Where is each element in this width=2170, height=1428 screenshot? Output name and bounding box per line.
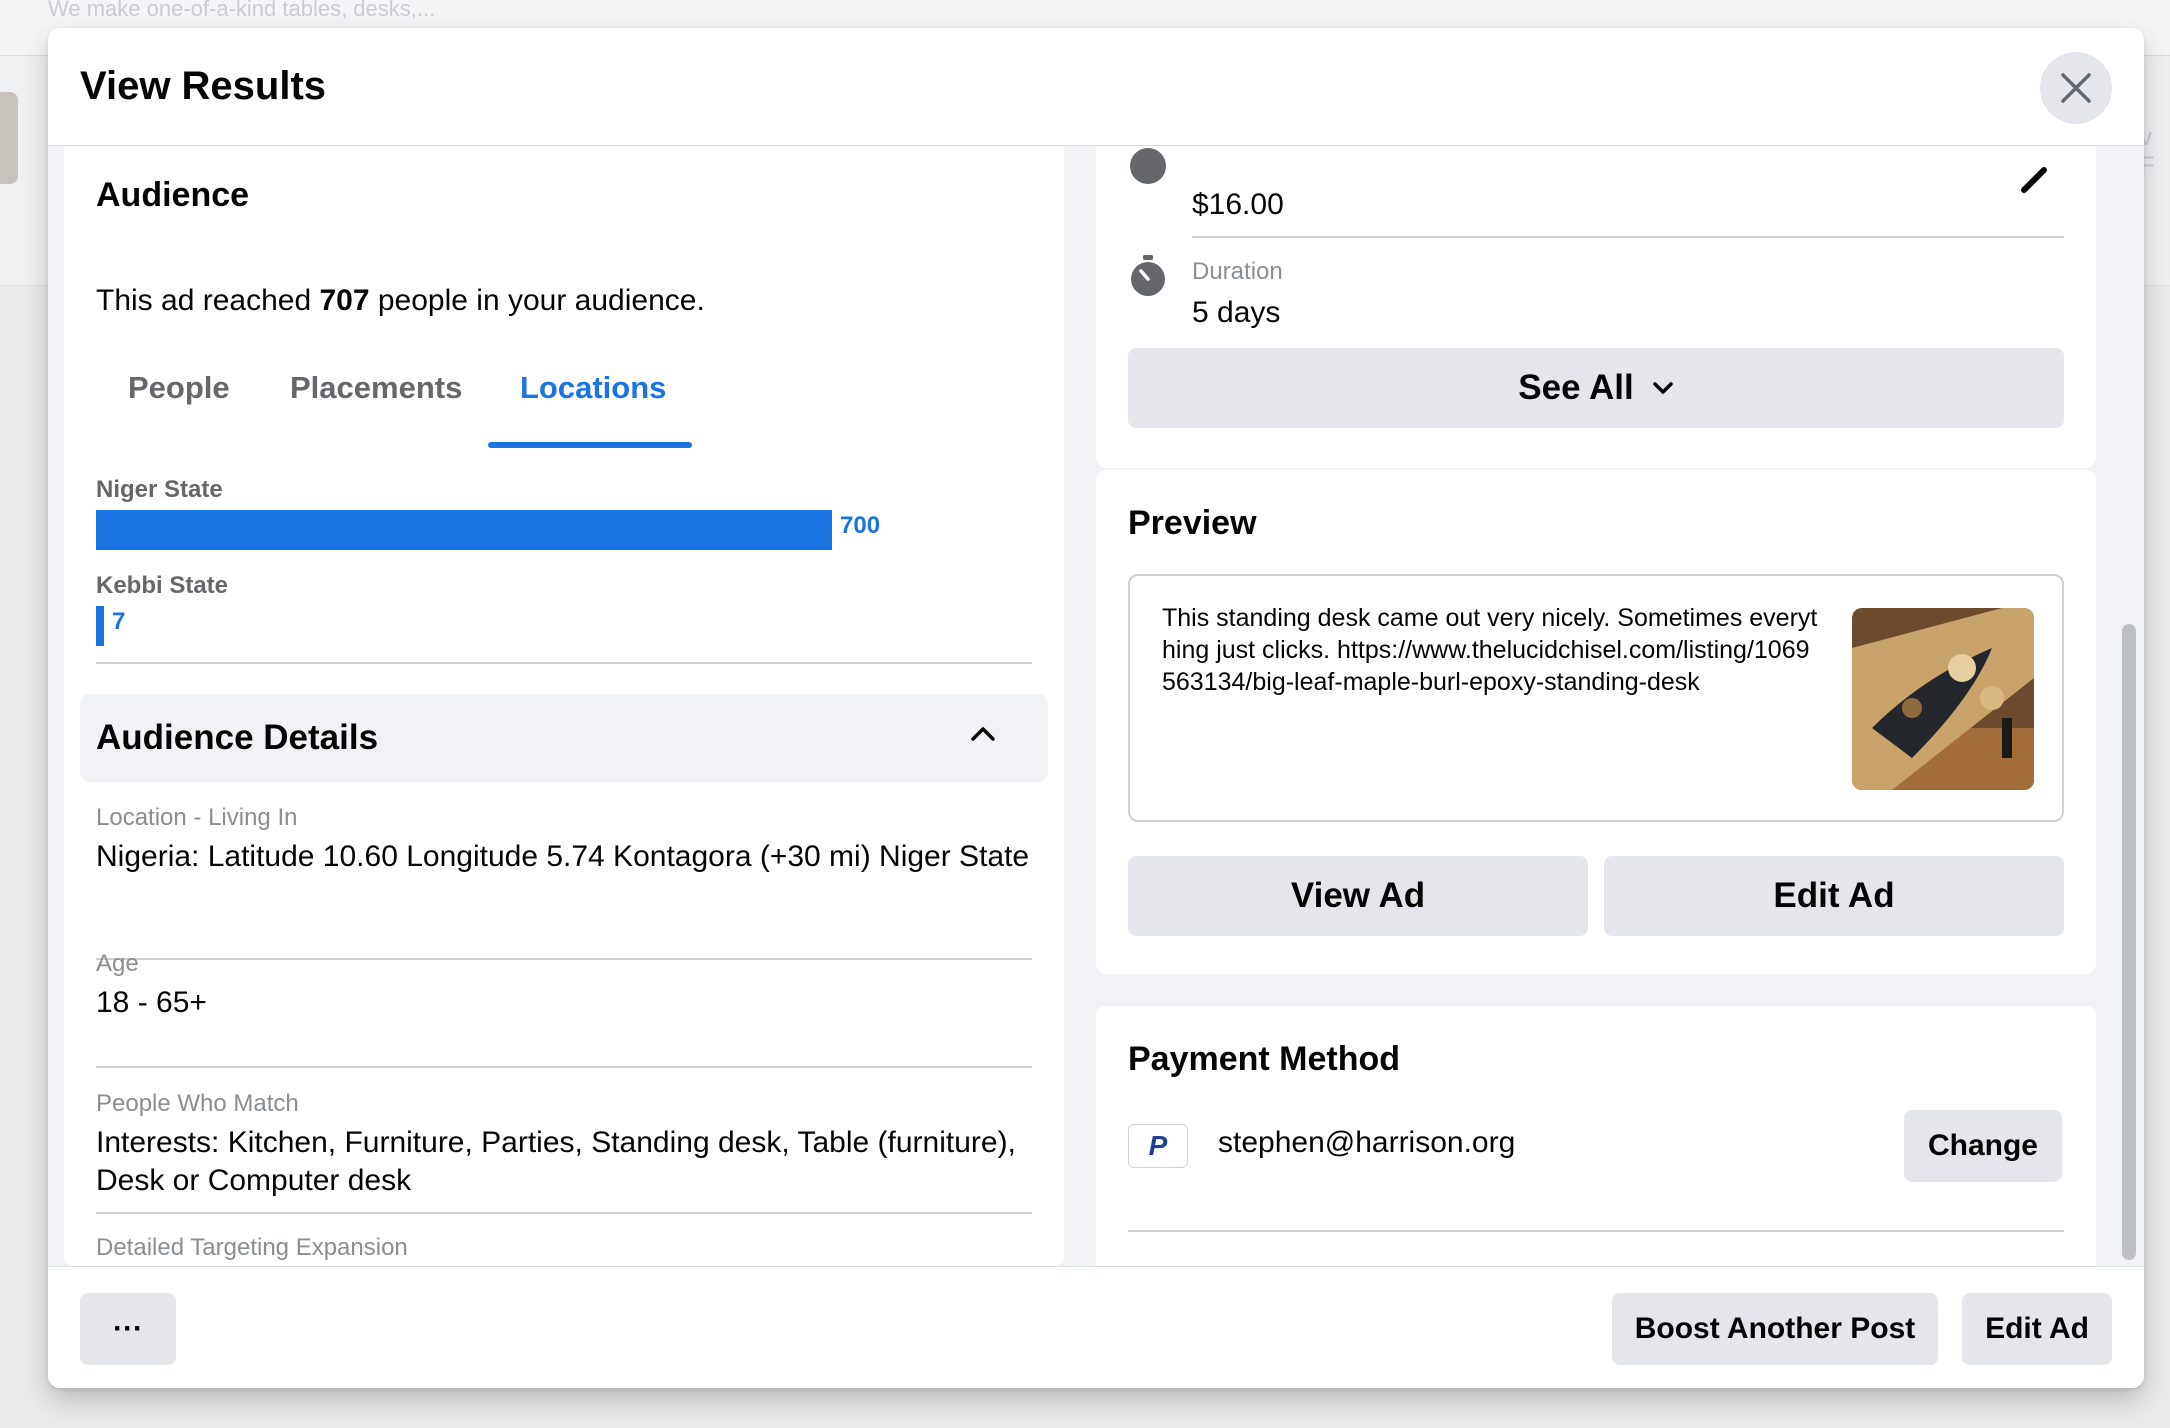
payment-method-title: Payment Method <box>1128 1040 1401 1078</box>
audience-panel: Audience This ad reached 707 people in y… <box>64 146 1064 1266</box>
ad-preview-text: This standing desk came out very nicely.… <box>1162 604 1818 696</box>
location-value-kebbi: 7 <box>112 608 126 635</box>
background-page-description: We make one-of-a-kind tables, desks,... <box>48 0 436 21</box>
more-options-button[interactable]: ··· <box>80 1293 176 1365</box>
duration-label: Duration <box>1192 258 1283 285</box>
audience-details-toggle[interactable]: Audience Details <box>80 694 1048 782</box>
view-ad-button[interactable]: View Ad <box>1128 856 1588 936</box>
background-thumbnail <box>0 92 18 184</box>
tab-people[interactable]: People <box>128 370 230 406</box>
payment-method-card: Payment Method P stephen@harrison.org Ch… <box>1096 1006 2096 1306</box>
location-label-kebbi: Kebbi State <box>96 572 229 599</box>
background-right-text: v F <box>2140 124 2155 179</box>
close-icon <box>2061 73 2091 103</box>
reach-suffix: people in your audience. <box>369 284 705 317</box>
see-all-label: See All <box>1518 368 1634 407</box>
change-payment-button[interactable]: Change <box>1904 1110 2062 1182</box>
footer-edit-ad-button[interactable]: Edit Ad <box>1962 1293 2112 1365</box>
paypal-icon: P <box>1128 1124 1188 1168</box>
divider <box>96 958 1032 960</box>
chevron-down-icon <box>1652 382 1673 394</box>
more-icon: ··· <box>113 1312 143 1345</box>
view-results-dialog: View Results Audience This ad reached 70… <box>48 28 2144 1388</box>
people-who-match-label: People Who Match <box>96 1090 299 1117</box>
age-field-label: Age <box>96 950 139 977</box>
location-bar-kebbi <box>96 606 104 646</box>
reach-prefix: This ad reached <box>96 284 320 317</box>
budget-icon <box>1130 148 1166 184</box>
scrollbar[interactable] <box>2122 624 2136 1260</box>
divider <box>1192 236 2064 238</box>
desk-photo <box>1852 608 2034 790</box>
edit-ad-label: Edit Ad <box>1773 876 1895 915</box>
dialog-header: View Results <box>48 28 2144 146</box>
ad-preview-image <box>1852 608 2034 790</box>
duration-value: 5 days <box>1192 296 1281 329</box>
location-bar-niger <box>96 510 832 550</box>
tab-locations[interactable]: Locations <box>520 370 666 406</box>
audience-details-title: Audience Details <box>96 718 379 757</box>
close-button[interactable] <box>2040 52 2112 124</box>
boost-label: Boost Another Post <box>1634 1312 1916 1345</box>
location-label-niger: Niger State <box>96 476 223 503</box>
budget-value: $16.00 <box>1192 188 1284 221</box>
divider <box>1128 1230 2064 1232</box>
age-field-value: 18 - 65+ <box>96 986 207 1019</box>
preview-card: Preview This standing desk came out very… <box>1096 470 2096 974</box>
targeting-expansion-label: Detailed Targeting Expansion <box>96 1234 408 1261</box>
active-tab-indicator <box>488 442 692 448</box>
dialog-title: View Results <box>80 64 327 108</box>
divider <box>96 1066 1032 1068</box>
people-who-match-value: Interests: Kitchen, Furniture, Parties, … <box>96 1126 1016 1197</box>
ad-preview[interactable]: This standing desk came out very nicely.… <box>1128 574 2064 822</box>
boost-another-post-button[interactable]: Boost Another Post <box>1612 1293 1938 1365</box>
payment-email: stephen@harrison.org <box>1218 1126 1516 1159</box>
view-ad-label: View Ad <box>1290 876 1426 915</box>
chevron-up-icon <box>971 727 995 741</box>
preview-title: Preview <box>1128 504 1257 542</box>
audience-reach-text: This ad reached 707 people in your audie… <box>96 284 705 318</box>
edit-ad-button[interactable]: Edit Ad <box>1604 856 2064 936</box>
location-field-label: Location - Living In <box>96 804 298 831</box>
tab-placements[interactable]: Placements <box>290 370 462 406</box>
reach-count: 707 <box>319 284 370 317</box>
dialog-footer: ··· Boost Another Post Edit Ad <box>48 1266 2144 1388</box>
location-field-value: Nigeria: Latitude 10.60 Longitude 5.74 K… <box>96 840 1030 873</box>
divider <box>96 1212 1032 1214</box>
location-value-niger: 700 <box>840 512 881 539</box>
change-label: Change <box>1927 1129 2038 1162</box>
pencil-icon[interactable] <box>2018 162 2052 196</box>
footer-edit-label: Edit Ad <box>1985 1312 2089 1345</box>
audience-title: Audience <box>96 176 250 214</box>
divider <box>96 662 1032 664</box>
see-all-button[interactable]: See All <box>1128 348 2064 428</box>
stopwatch-icon <box>1131 255 1165 296</box>
